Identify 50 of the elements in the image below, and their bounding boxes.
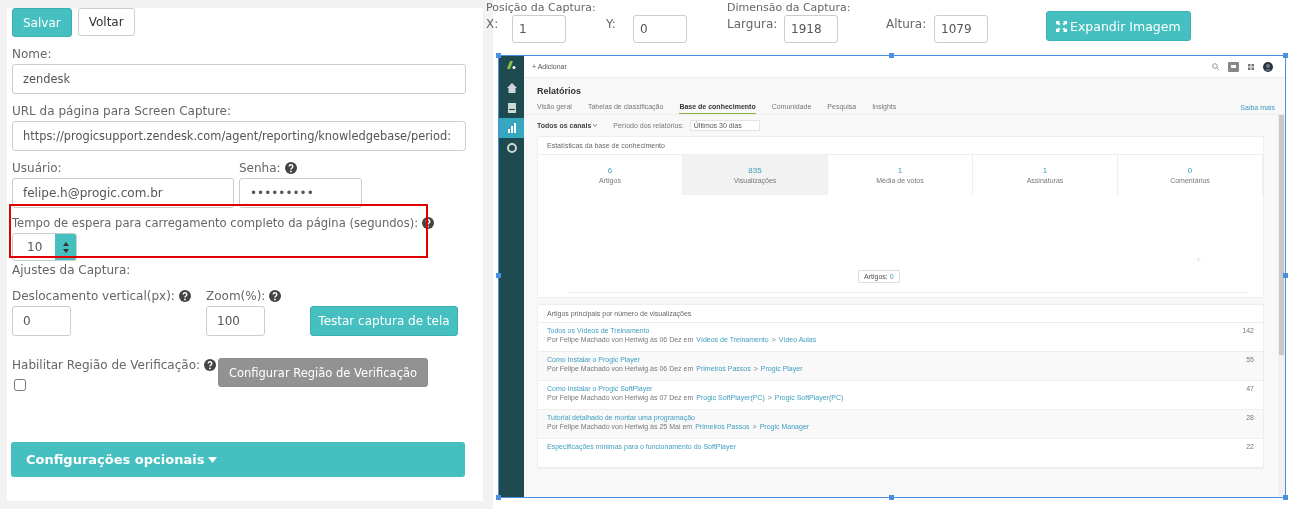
section-heading: Ajustes da Captura:: [12, 263, 132, 279]
field-label: URL da página para Screen Capture:: [12, 104, 231, 118]
resize-handle[interactable]: [1283, 273, 1288, 278]
input-field[interactable]: 1918: [784, 15, 838, 43]
resize-handle[interactable]: [1283, 495, 1288, 500]
resize-handle[interactable]: [496, 495, 501, 500]
apps-grid-icon: [1248, 63, 1254, 70]
resize-handle[interactable]: [889, 495, 894, 500]
number-spinner[interactable]: 10: [12, 233, 77, 261]
search-icon: [1212, 63, 1219, 70]
field-label: Y:: [606, 17, 617, 31]
field-label: Largura:: [727, 17, 779, 31]
home-icon: [506, 83, 517, 93]
field-label: Nome:: [12, 47, 52, 61]
up-down-arrows-icon: [62, 241, 69, 253]
field-label: Usuário:: [12, 161, 62, 175]
resize-handle[interactable]: [889, 53, 894, 58]
resize-handle[interactable]: [496, 273, 501, 278]
field-label: Tempo de espera para carregamento completo da página (segundos):: [12, 216, 419, 230]
crosshair-icon: [1196, 257, 1201, 262]
input-field[interactable]: 0: [633, 15, 687, 43]
input-field[interactable]: •••••••••: [239, 178, 362, 208]
input-field[interactable]: https://progicsupport.zendesk.com/agent/reporting/knowledgebase/period:: [12, 121, 466, 151]
field-label: Dimensão da Captura:: [727, 1, 852, 15]
checkbox[interactable]: [14, 379, 26, 391]
avatar-icon: [1263, 61, 1273, 72]
resize-handle[interactable]: [1283, 53, 1288, 58]
scrollbar[interactable]: [1278, 115, 1285, 497]
input-field[interactable]: 0: [12, 306, 71, 336]
logo-icon: [506, 60, 516, 70]
input-field[interactable]: 1: [512, 15, 566, 43]
field-label: Altura:: [886, 17, 928, 31]
caret-down-icon: [208, 456, 218, 463]
resize-handle[interactable]: [496, 53, 501, 58]
tray-icon: [506, 103, 517, 113]
bar-chart-icon: [506, 123, 517, 133]
field-label: Deslocamento vertical(px):: [12, 289, 175, 303]
expand-icon: [1056, 20, 1067, 32]
input-field[interactable]: zendesk: [12, 64, 466, 94]
back-button[interactable]: Voltar: [77, 8, 135, 36]
field-label: Habilitar Região de Verificação:: [12, 358, 201, 372]
field-label: Senha:: [239, 161, 281, 175]
field-label: X:: [486, 17, 500, 31]
input-field[interactable]: felipe.h@progic.com.br: [12, 178, 234, 208]
page-title: Relatórios: [537, 86, 582, 96]
input-field[interactable]: 1079: [934, 15, 988, 43]
field-label: Posição da Captura:: [486, 1, 597, 15]
input-field[interactable]: 100: [206, 306, 265, 336]
chevron-down-icon: [593, 123, 598, 127]
field-label: Zoom(%):: [206, 289, 266, 303]
